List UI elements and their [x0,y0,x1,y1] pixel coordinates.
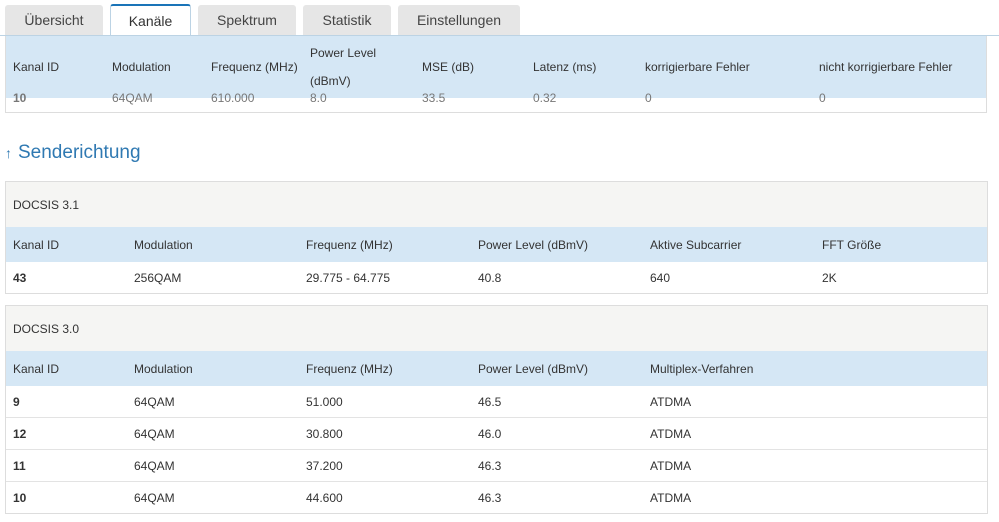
header-power-level: Power Level [310,46,377,60]
cell-modulation: 64QAM [134,394,175,409]
cell-frequenz: 30.800 [306,426,343,441]
section-title-text: Senderichtung [18,142,141,163]
cell-kanal-id: 9 [13,394,20,409]
header-aktive-subcarrier: Aktive Subcarrier [650,237,742,252]
header-modulation: Modulation [134,361,193,376]
docsis31-table-header: Kanal ID Modulation Frequenz (MHz) Power… [6,227,987,262]
table-row: 11 64QAM 37.200 46.3 ATDMA [6,450,987,482]
header-kanal-id: Kanal ID [13,237,60,252]
cell-kanal-id: 10 [13,91,27,105]
docsis30-table-header: Kanal ID Modulation Frequenz (MHz) Power… [6,351,987,386]
cell-mse: 33.5 [422,91,446,105]
table-row: 10 64QAM 610.000 8.0 33.5 0.32 0 0 [6,91,986,105]
cell-multiplex-verfahren: ATDMA [650,491,692,505]
cell-latenz: 0.32 [533,91,557,105]
header-fft-groesse: FFT Größe [822,237,882,252]
table-row: 9 64QAM 51.000 46.5 ATDMA [6,386,987,418]
header-korrigierbare-fehler: korrigierbare Fehler [645,60,750,74]
cell-kanal-id: 43 [13,271,27,285]
table-row: 12 64QAM 30.800 46.0 ATDMA [6,418,987,450]
header-power-level: Power Level (dBmV) [478,237,589,252]
cell-multiplex-verfahren: ATDMA [650,458,692,473]
docsis30-title: DOCSIS 3.0 [6,306,987,351]
header-frequenz: Frequenz (MHz) [211,60,298,74]
tab-spektrum[interactable]: Spektrum [198,5,296,35]
table-row: 10 64QAM 44.600 46.3 ATDMA [6,482,987,514]
arrow-up-icon: ↑ [5,145,12,161]
header-kanal-id: Kanal ID [13,361,60,376]
table-row: 43 256QAM 29.775 - 64.775 40.8 640 2K [6,262,987,294]
cell-frequenz: 44.600 [306,491,343,505]
tab-einstellungen[interactable]: Einstellungen [398,5,520,35]
cell-power-level: 8.0 [310,91,327,105]
cell-aktive-subcarrier: 640 [650,271,671,285]
cell-korrigierbare-fehler: 0 [645,91,652,105]
section-title-senderichtung[interactable]: ↑ Senderichtung [5,141,141,165]
header-power-level-unit: (dBmV) [310,74,351,88]
docsis30-panel: DOCSIS 3.0 Kanal ID Modulation Frequenz … [5,305,988,514]
cell-frequenz: 610.000 [211,91,255,105]
cell-modulation: 64QAM [134,491,175,505]
cell-frequenz: 51.000 [306,394,343,409]
header-nicht-korrigierbare-fehler: nicht korrigierbare Fehler [819,60,953,74]
tab-uebersicht[interactable]: Übersicht [5,5,103,35]
docsis31-panel: DOCSIS 3.1 Kanal ID Modulation Frequenz … [5,181,988,294]
cell-power-level: 46.3 [478,491,502,505]
header-modulation: Modulation [112,60,171,74]
header-mse: MSE (dB) [422,60,475,74]
header-latenz: Latenz (ms) [533,60,597,74]
docsis31-title: DOCSIS 3.1 [6,182,987,227]
cell-frequenz: 29.775 - 64.775 [306,271,391,285]
header-power-level: Power Level (dBmV) [478,361,589,376]
cell-power-level: 46.0 [478,426,502,441]
tab-statistik[interactable]: Statistik [303,5,391,35]
tab-bar: Übersicht Kanäle Spektrum Statistik Eins… [0,0,999,36]
cell-kanal-id: 12 [13,426,27,441]
cell-modulation: 64QAM [134,426,175,441]
header-multiplex-verfahren: Multiplex-Verfahren [650,361,754,376]
cell-multiplex-verfahren: ATDMA [650,426,692,441]
cell-fft-groesse: 2K [822,271,837,285]
cell-power-level: 46.5 [478,394,502,409]
downstream-table[interactable]: Kanal ID Modulation Frequenz (MHz) Power… [5,36,987,113]
cell-modulation: 64QAM [112,91,153,105]
cell-multiplex-verfahren: ATDMA [650,394,692,409]
cell-nicht-korrigierbare-fehler: 0 [819,91,826,105]
cell-modulation: 256QAM [134,271,182,285]
tab-kanaele[interactable]: Kanäle [110,4,191,36]
header-kanal-id: Kanal ID [13,60,60,74]
cell-kanal-id: 10 [13,491,27,505]
cell-modulation: 64QAM [134,458,175,473]
cell-frequenz: 37.200 [306,458,343,473]
header-frequenz: Frequenz (MHz) [306,237,393,252]
header-frequenz: Frequenz (MHz) [306,361,393,376]
cell-power-level: 46.3 [478,458,502,473]
header-modulation: Modulation [134,237,193,252]
cell-power-level: 40.8 [478,271,502,285]
downstream-table-header: Kanal ID Modulation Frequenz (MHz) Power… [6,36,986,98]
cell-kanal-id: 11 [13,458,26,473]
